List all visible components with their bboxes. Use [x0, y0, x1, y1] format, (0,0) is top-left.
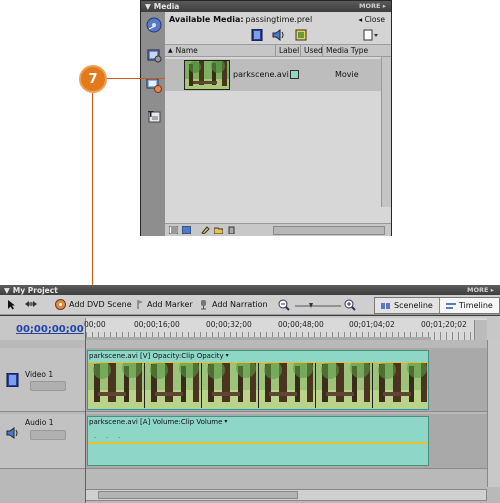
list-view-icon[interactable] [169, 226, 178, 234]
ruler-scroll-up[interactable] [474, 320, 487, 342]
column-name[interactable]: ▲ Name [165, 45, 276, 56]
column-used[interactable]: Used [301, 45, 323, 56]
svg-text:T: T [148, 110, 154, 119]
audio-clip[interactable]: parkscene.avi [A] Volume:Clip Volume ▾ - … [87, 416, 429, 466]
audio-keyframe-controls[interactable] [30, 430, 66, 440]
zoom-out-icon[interactable] [278, 299, 290, 311]
add-dvd-scene-button[interactable]: Add DVD Scene [55, 299, 132, 310]
film-effects-icon[interactable] [145, 46, 162, 63]
media-filter-toolbar [165, 27, 391, 44]
edit-icon[interactable] [201, 226, 210, 234]
scrollbar-thumb[interactable] [98, 491, 298, 499]
add-marker-button[interactable]: Add Marker [133, 299, 193, 310]
trash-icon[interactable] [227, 226, 236, 234]
time-ruler[interactable]: 00;00 00;00;16;00 00;00;32;00 00;00;48;0… [84, 318, 487, 342]
zoom-in-icon[interactable] [344, 299, 356, 311]
titles-icon[interactable]: T [145, 107, 162, 124]
available-media-bar: Available Media: passingtime.prel ◂ Clos… [165, 12, 391, 27]
media-body: Available Media: passingtime.prel ◂ Clos… [165, 12, 391, 236]
ruler-label: 00;00;16;00 [134, 320, 180, 329]
list-item[interactable]: parkscene.avi Movie [165, 59, 381, 91]
label-color-swatch [290, 70, 299, 79]
video-keyframe-controls[interactable] [30, 381, 66, 391]
image-filter-icon[interactable] [295, 29, 308, 41]
video-clip-label: parkscene.avi [V] Opacity:Clip Opacity ▾ [89, 351, 229, 360]
icon-view-icon[interactable] [182, 226, 191, 234]
ruler-label: 00;00 [84, 320, 106, 329]
video-track-name: Video 1 [25, 370, 54, 379]
clip-thumbnail [184, 60, 230, 90]
speaker-icon [6, 426, 19, 440]
ruler-label: 00;00;32;00 [206, 320, 252, 329]
new-item-dropdown-icon[interactable] [363, 29, 378, 41]
video-clip[interactable]: parkscene.avi [V] Opacity:Clip Opacity ▾ [87, 350, 429, 410]
timecode-ruler-row: 00;00;00;00 00;00 00;00;16;00 00;00;32;0… [0, 316, 500, 342]
media-list: parkscene.avi Movie [165, 57, 391, 207]
current-time-indicator[interactable] [85, 325, 86, 503]
ruler-label: 00;00;48;00 [278, 320, 324, 329]
view-toggle: Sceneline Timeline [374, 297, 500, 314]
tracks-vertical-scrollbar[interactable] [487, 340, 500, 487]
tracks-area: Video 1 parkscene.avi [V] Opacity:Clip O… [0, 340, 500, 503]
media-filename: parkscene.avi [233, 70, 289, 79]
close-button[interactable]: ◂ Close [358, 15, 385, 24]
dvd-disc-icon[interactable] [145, 16, 162, 33]
column-media-type[interactable]: Media Type [323, 45, 383, 56]
project-file-name: passingtime.prel [245, 15, 313, 24]
available-media-label: Available Media: [169, 15, 244, 24]
selection-tool-icon[interactable] [6, 299, 17, 310]
project-panel-header: ▼ My Project MORE ▸ [0, 285, 500, 295]
audio-waveform: - - - [94, 434, 125, 441]
project-panel: ▼ My Project MORE ▸ Add DVD Scene Add Ma… [0, 285, 500, 503]
current-timecode[interactable]: 00;00;00;00 [16, 324, 84, 335]
volume-rubberband[interactable] [88, 442, 428, 444]
more-menu-button[interactable]: MORE ▸ [467, 286, 494, 294]
media-type: Movie [335, 70, 359, 79]
tracks-horizontal-scrollbar[interactable] [85, 489, 487, 501]
media-panel: ▼ Media MORE ▸ T Available Media: passin… [140, 0, 392, 236]
opacity-rubberband[interactable] [88, 362, 428, 363]
zoom-slider[interactable] [295, 303, 341, 309]
sceneline-tab[interactable]: Sceneline [375, 298, 439, 313]
chevron-down-icon: ▾ [225, 352, 229, 359]
chevron-down-icon: ▾ [224, 418, 228, 425]
ruler-label: 00;01;04;02 [349, 320, 395, 329]
video-filter-icon[interactable] [251, 28, 264, 42]
media-panel-title: Media [153, 2, 180, 11]
audio-track-header[interactable]: Audio 1 [0, 414, 85, 469]
media-bottom-bar [165, 223, 391, 236]
media-column-header: ▲ Name Label Used Media Type [165, 44, 391, 57]
video-track-header[interactable]: Video 1 [0, 348, 85, 412]
audio-filter-icon[interactable] [272, 29, 285, 41]
audio-track-lane: parkscene.avi [A] Volume:Clip Volume ▾ - … [85, 414, 487, 469]
media-panel-header: ▼ Media MORE ▸ [141, 1, 391, 12]
project-toolbar: Add DVD Scene Add Marker Add Narration S… [0, 295, 500, 315]
timeline-icon [445, 302, 456, 309]
collapse-arrow-icon[interactable]: ▼ [4, 286, 10, 295]
timeline-tab[interactable]: Timeline [438, 298, 499, 313]
callout-badge: 7 [79, 65, 107, 93]
more-menu-button[interactable]: MORE ▸ [359, 2, 386, 10]
media-vertical-scrollbar[interactable] [381, 57, 391, 207]
project-panel-title: My Project [12, 285, 58, 295]
add-narration-button[interactable]: Add Narration [198, 299, 268, 310]
ruler-label: 00;01;20;02 [421, 320, 467, 329]
audio-clip-label: parkscene.avi [A] Volume:Clip Volume ▾ [89, 417, 228, 426]
video-track-lane: parkscene.avi [V] Opacity:Clip Opacity ▾ [85, 348, 487, 412]
video-track-icon [6, 372, 19, 388]
time-stretch-tool-icon[interactable] [24, 299, 38, 310]
folder-icon[interactable] [214, 226, 223, 234]
video-filmstrip [88, 362, 428, 408]
sceneline-icon [381, 302, 390, 309]
column-label[interactable]: Label [276, 45, 301, 56]
callout-line-horizontal [107, 78, 165, 79]
collapse-arrow-icon[interactable]: ▼ [145, 2, 151, 11]
media-sidebar: T [141, 12, 165, 236]
audio-track-name: Audio 1 [25, 418, 54, 427]
media-horizontal-scrollbar[interactable] [273, 226, 385, 235]
